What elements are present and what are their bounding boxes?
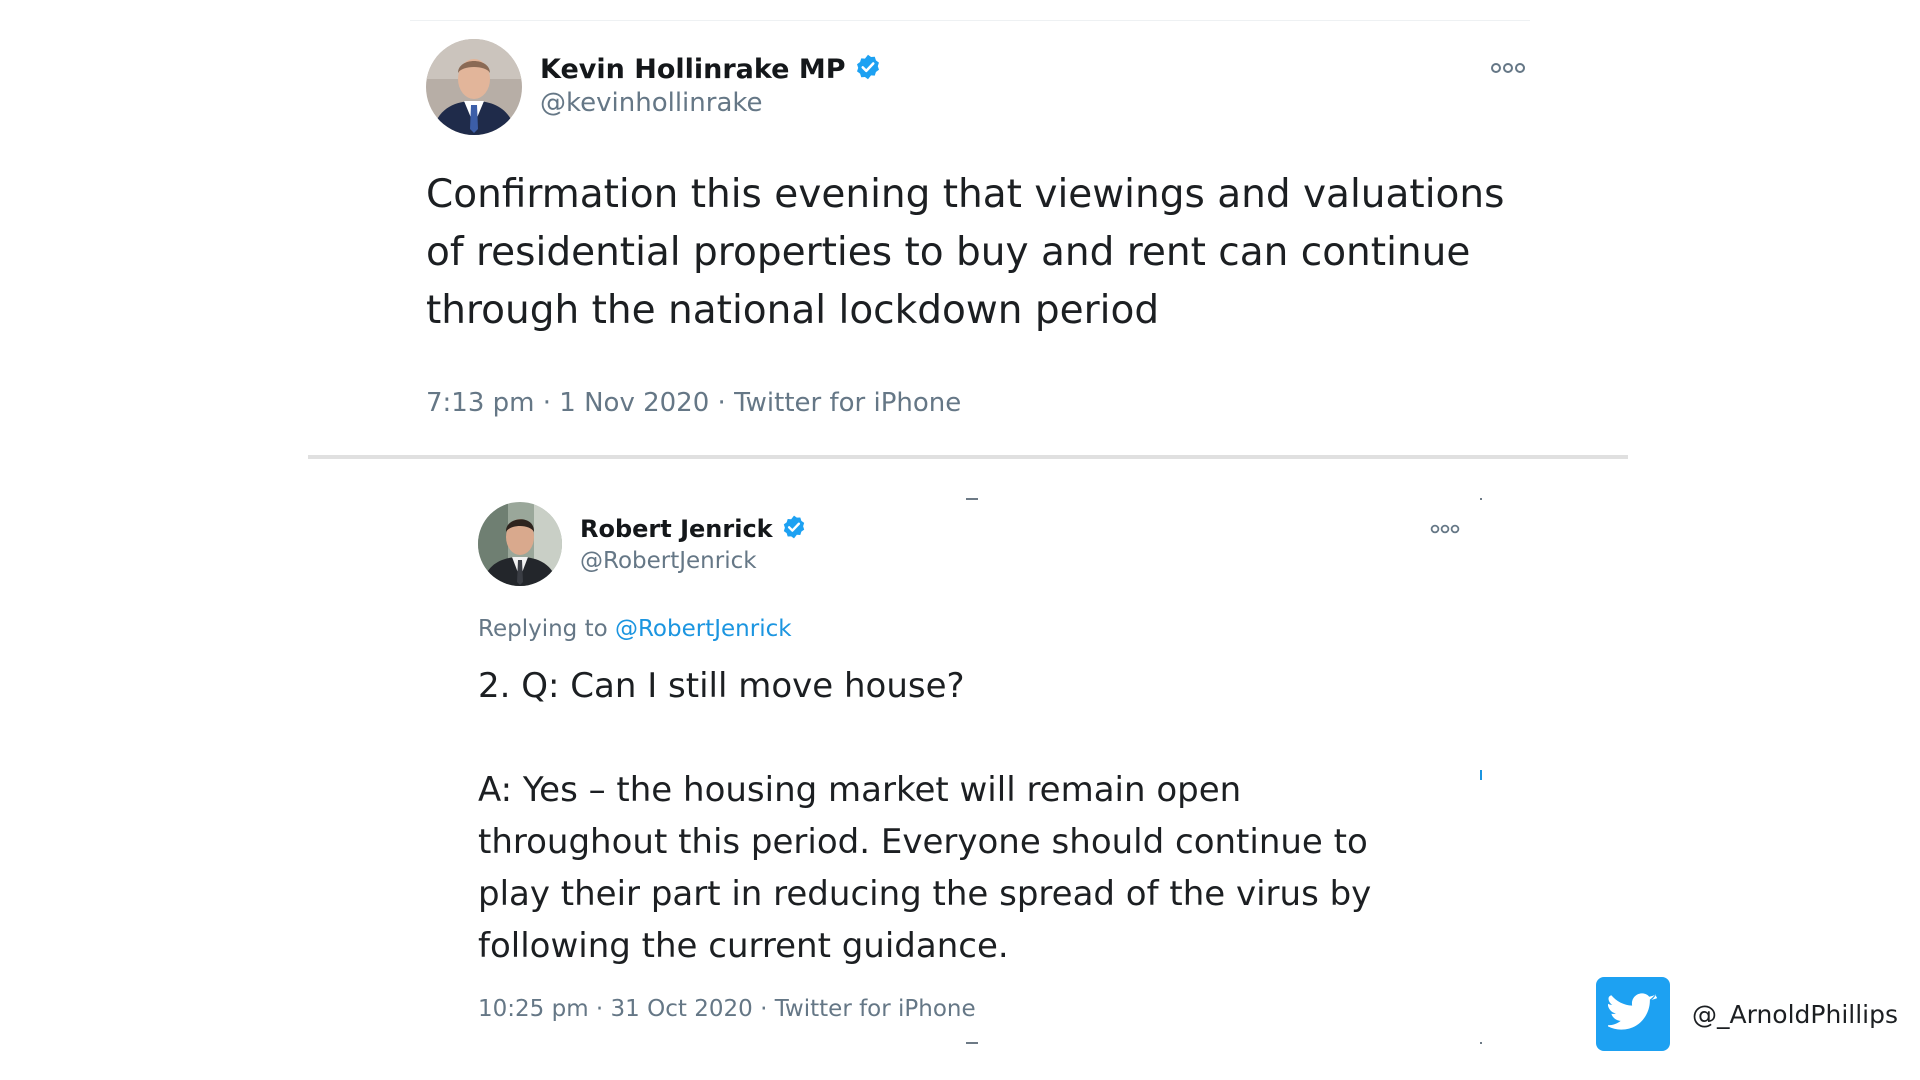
tweet-source: Twitter for iPhone: [774, 996, 976, 1022]
tweet-time[interactable]: 10:25 pm: [478, 996, 589, 1022]
more-options-icon[interactable]: [1430, 520, 1460, 534]
meta-separator: ·: [760, 996, 768, 1022]
avatar-photo: [426, 39, 522, 135]
crop-mark: [1480, 770, 1482, 780]
avatar-photo: [478, 502, 562, 586]
crop-mark: [1480, 498, 1482, 500]
tweet-date[interactable]: 1 Nov 2020: [559, 388, 709, 418]
section-divider: [308, 455, 1628, 459]
avatar[interactable]: [426, 39, 522, 135]
crop-mark: [966, 1042, 978, 1044]
meta-separator: ·: [542, 388, 552, 418]
tweet-kevin-hollinrake[interactable]: Kevin Hollinrake MP @kevinhollinrake Con…: [410, 20, 1530, 420]
crop-mark: [1480, 1042, 1482, 1044]
crop-mark: [966, 498, 978, 500]
tweet-text: Confirmation this evening that viewings …: [426, 172, 1505, 333]
verified-badge-icon: [781, 514, 807, 544]
credit: @_ArnoldPhillips: [1596, 977, 1898, 1051]
tweet-top-border: [410, 20, 1530, 21]
author-handle[interactable]: @RobertJenrick: [580, 548, 757, 574]
display-name[interactable]: Robert Jenrick: [580, 515, 773, 543]
tweet-text-answer: A: Yes – the housing market will remain …: [478, 770, 1372, 966]
tweet-meta: 10:25 pm · 31 Oct 2020 · Twitter for iPh…: [478, 996, 976, 1022]
author-handle[interactable]: @kevinhollinrake: [540, 88, 763, 118]
tweet-text: 2. Q: Can I still move house? A: Yes – t…: [478, 660, 1438, 972]
tweet-text-question: 2. Q: Can I still move house?: [478, 666, 965, 706]
tweet-meta: 7:13 pm · 1 Nov 2020 · Twitter for iPhon…: [426, 388, 961, 418]
replying-to: Replying to @RobertJenrick: [478, 616, 792, 642]
tweet-date[interactable]: 31 Oct 2020: [611, 996, 753, 1022]
replying-to-link[interactable]: @RobertJenrick: [615, 616, 792, 642]
more-options-icon[interactable]: [1490, 60, 1526, 74]
twitter-bird-icon: [1596, 977, 1670, 1051]
meta-separator: ·: [595, 996, 604, 1022]
tweet-robert-jenrick[interactable]: Robert Jenrick @RobertJenrick Replying t…: [470, 490, 1482, 1050]
verified-badge-icon: [854, 53, 882, 85]
author-name-row[interactable]: Robert Jenrick: [580, 512, 807, 546]
credit-handle: @_ArnoldPhillips: [1692, 999, 1898, 1029]
replying-to-label: Replying to: [478, 616, 608, 642]
tweet-time[interactable]: 7:13 pm: [426, 388, 534, 418]
meta-separator: ·: [717, 388, 726, 418]
tweet-source: Twitter for iPhone: [734, 388, 962, 418]
author-name-row[interactable]: Kevin Hollinrake MP: [540, 50, 882, 88]
avatar[interactable]: [478, 502, 562, 586]
display-name[interactable]: Kevin Hollinrake MP: [540, 54, 846, 85]
